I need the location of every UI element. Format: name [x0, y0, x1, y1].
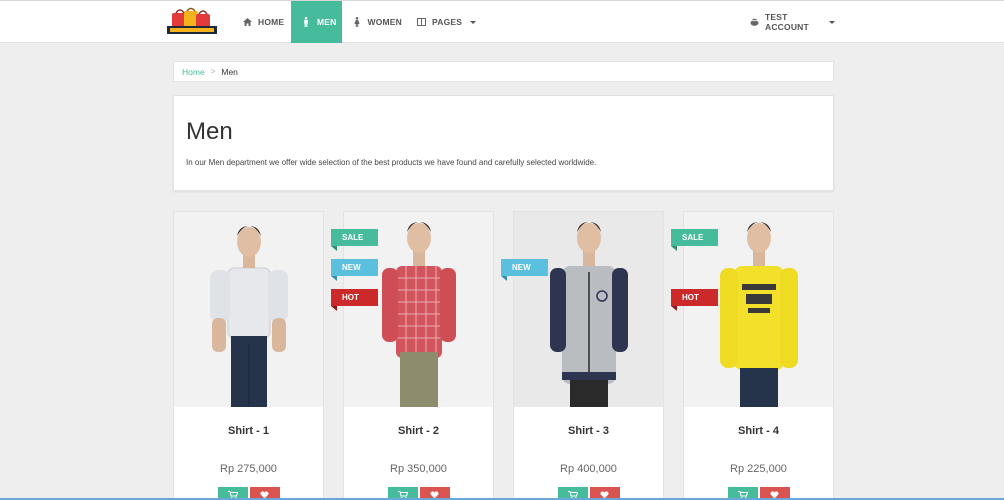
nav-women[interactable]: WOMEN [352, 1, 402, 43]
chevron-down-icon [829, 20, 835, 24]
breadcrumb: Home > Men [173, 61, 834, 82]
hot-badge: HOT [331, 289, 378, 311]
nav-women-label: WOMEN [367, 17, 402, 27]
male-icon [301, 17, 311, 27]
nav-men[interactable]: MEN [291, 1, 342, 43]
sale-badge: SALE [331, 229, 378, 251]
hot-badge: HOT [671, 289, 718, 311]
account-menu[interactable]: TEST ACCOUNT [750, 1, 835, 43]
sale-badge: SALE [671, 229, 718, 251]
product-image[interactable] [514, 212, 663, 407]
product-card[interactable]: Shirt - 1 Rp 275,000 [173, 211, 324, 500]
product-card[interactable]: Shirt - 3 Rp 400,000 [513, 211, 664, 500]
category-header-panel: Men In our Men department we offer wide … [173, 95, 834, 191]
product-price: Rp 350,000 [390, 463, 447, 475]
nav-pages[interactable]: PAGES [417, 1, 477, 43]
product-name[interactable]: Shirt - 4 [684, 425, 833, 437]
product-price: Rp 400,000 [560, 463, 617, 475]
product-card[interactable]: Shirt - 2 Rp 350,000 [343, 211, 494, 500]
breadcrumb-separator: > [210, 67, 216, 76]
product-card[interactable]: Shirt - 4 Rp 225,000 [683, 211, 834, 500]
account-label: TEST ACCOUNT [765, 12, 809, 32]
home-icon [242, 17, 252, 27]
user-icon [750, 17, 759, 27]
category-description: In our Men department we offer wide sele… [186, 158, 597, 167]
product-price: Rp 225,000 [730, 463, 787, 475]
breadcrumb-current: Men [221, 66, 238, 77]
product-price: Rp 275,000 [220, 463, 277, 475]
nav-pages-label: PAGES [432, 17, 463, 27]
product-name[interactable]: Shirt - 2 [344, 425, 493, 437]
product-name[interactable]: Shirt - 1 [174, 425, 323, 437]
shop-logo[interactable] [166, 7, 218, 39]
product-image[interactable] [174, 212, 323, 407]
page-title: Men [186, 118, 233, 145]
new-badge: NEW [331, 259, 378, 281]
nav-home-label: HOME [258, 17, 285, 27]
new-badge: NEW [501, 259, 548, 281]
nav-men-label: MEN [317, 17, 337, 27]
chevron-down-icon [470, 20, 477, 24]
top-navbar: HOME MEN WOMEN PAGES TEST ACCOUNT [0, 0, 1004, 43]
product-name[interactable]: Shirt - 3 [514, 425, 663, 437]
columns-icon [417, 17, 426, 27]
nav-home[interactable]: HOME [242, 1, 286, 43]
female-icon [352, 17, 361, 27]
breadcrumb-home-link[interactable]: Home [182, 67, 205, 77]
